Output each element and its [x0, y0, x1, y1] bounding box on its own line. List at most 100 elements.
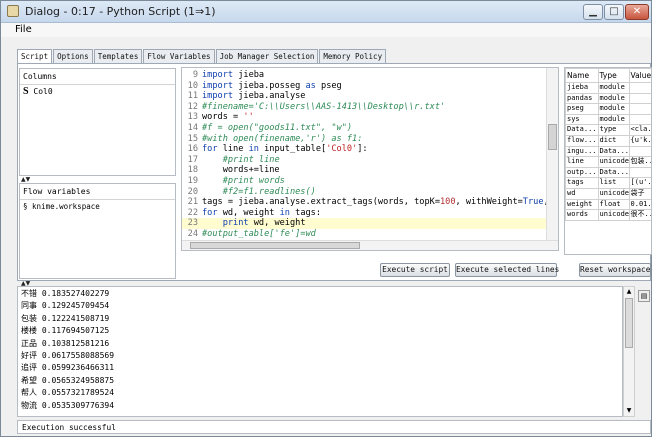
- code-token: 'Col0': [326, 144, 358, 155]
- workspace-row[interactable]: jieba module: [565, 82, 651, 94]
- string-type-icon: S: [23, 86, 29, 97]
- output-line: 好评 0.0617558088569: [21, 351, 115, 360]
- code-line[interactable]: 18 words+=line: [182, 165, 546, 176]
- flow-variable-item[interactable]: § knime.workspace: [23, 202, 100, 211]
- variable-value: <cla...: [628, 124, 651, 136]
- workspace-row[interactable]: ingu... Data...: [565, 145, 651, 158]
- code-line[interactable]: 23 print wd, weight: [182, 218, 546, 230]
- workspace-row[interactable]: Data...type<cla...: [565, 124, 651, 136]
- line-number: 16: [187, 144, 198, 155]
- code-line[interactable]: 15 #with open(finename,'r') as f1:: [182, 134, 546, 145]
- code-token: jieba.analyse: [233, 91, 306, 102]
- code-token: import: [202, 70, 234, 80]
- editor-vertical-scrollbar[interactable]: [546, 68, 558, 240]
- workspace-row[interactable]: weightfloat0.01...: [565, 198, 651, 211]
- variable-name: Data...: [565, 124, 599, 136]
- minimize-button[interactable]: ▁: [583, 4, 603, 20]
- code-editor[interactable]: 9 import jieba 10 import jieba.posseg as ps…: [181, 67, 559, 251]
- code-token: jieba.posseg: [233, 80, 306, 91]
- execute-selected-lines-button[interactable]: Execute selected lines: [455, 263, 559, 277]
- code-line[interactable]: 21 tags = jieba.analyse.extract_tags(word…: [182, 197, 546, 208]
- code-line[interactable]: 14 #f = open("goods11.txt", "w"): [182, 123, 546, 134]
- code-line[interactable]: 9 import jieba: [182, 70, 546, 81]
- code-line[interactable]: 22 for wd, weight in tags:: [182, 208, 546, 219]
- split-collapse-arrows[interactable]: ▲▼: [21, 176, 35, 183]
- output-line: 希望 0.0565324958875: [21, 375, 115, 385]
- column-name: Col0: [33, 87, 53, 96]
- variable-name: outp...: [565, 166, 599, 179]
- column-header-value[interactable]: Value: [628, 68, 651, 83]
- scroll-thumb[interactable]: [548, 124, 557, 150]
- variable-value: [628, 103, 651, 115]
- flow-variables-header: Flow variables: [20, 184, 175, 200]
- python-script-dialog: Dialog - 0:17 - Python Script (1⇒1) ▁ □ …: [0, 0, 652, 437]
- code-token: tags = jieba.analyse.extract_tags(words,…: [202, 197, 440, 208]
- workspace-row[interactable]: pandas module: [565, 92, 651, 105]
- column-header-type[interactable]: Type: [597, 68, 630, 83]
- line-number: 17: [187, 154, 198, 165]
- workspace-row[interactable]: flow...dict{u'k...: [565, 134, 651, 147]
- scroll-thumb[interactable]: [625, 298, 633, 348]
- code-token: #f2=f1.readlines(): [222, 186, 316, 197]
- workspace-row[interactable]: tagslist[(u'...: [565, 177, 651, 189]
- workspace-row[interactable]: outp... Data...: [565, 166, 651, 179]
- code-line[interactable]: 20 #f2=f1.readlines(): [182, 187, 546, 198]
- code-line[interactable]: 11 import jieba.analyse: [182, 91, 546, 102]
- status-text: Execution successful: [22, 423, 116, 432]
- variable-value: [628, 82, 651, 94]
- code-line[interactable]: 13 words = '': [182, 112, 546, 123]
- code-line[interactable]: 17 #print line: [182, 155, 546, 166]
- code-line[interactable]: 24 #output_table['fe']=wd: [182, 229, 546, 240]
- reset-workspace-button[interactable]: Reset workspace: [579, 263, 651, 277]
- tab-script[interactable]: Script: [17, 49, 53, 64]
- output-console[interactable]: 不错 0.183527402279 同事 0.129245709454 包装 0.1…: [17, 286, 623, 417]
- close-button[interactable]: ✕: [625, 4, 649, 20]
- code-token: #print line: [222, 154, 280, 165]
- workspace-row[interactable]: wordsunicode很不...: [565, 209, 651, 221]
- scroll-down-arrow[interactable]: ▼: [624, 406, 634, 416]
- console-scrollbar[interactable]: ▲ ▼: [623, 286, 635, 417]
- code-token: #with open(finename,'r') as f1:: [202, 133, 363, 144]
- code-line[interactable]: 12 #finename='C:\\Users\\AAS-1413\\Deskto…: [182, 102, 546, 113]
- variable-type: module: [597, 113, 630, 126]
- maximize-button[interactable]: □: [604, 4, 624, 20]
- tab-flow-variables[interactable]: Flow Variables: [143, 49, 215, 63]
- scroll-thumb[interactable]: [190, 242, 360, 249]
- menu-file[interactable]: File: [15, 24, 32, 35]
- tab-options[interactable]: Options: [53, 49, 93, 63]
- code-token: #f = open("goods11.txt", "w"): [202, 123, 353, 133]
- execute-script-button[interactable]: Execute script: [380, 263, 450, 277]
- workspace-row[interactable]: pseg module: [565, 103, 651, 115]
- editor-horizontal-scrollbar[interactable]: [182, 240, 558, 250]
- variable-name: wd: [565, 187, 599, 200]
- code-line[interactable]: 16 for line in input_table['Col0']:: [182, 144, 546, 155]
- line-number: 15: [187, 133, 198, 144]
- variable-name: words: [565, 209, 599, 221]
- tab-job-manager-selection[interactable]: Job Manager Selection: [215, 49, 319, 63]
- code-token: , withWeight=: [455, 197, 523, 208]
- column-header-name[interactable]: Name: [565, 68, 599, 83]
- variable-value: [628, 145, 651, 158]
- variable-name: pandas: [565, 92, 599, 105]
- code-token: input_table[: [258, 144, 327, 155]
- title-bar[interactable]: Dialog - 0:17 - Python Script (1⇒1) ▁ □ …: [1, 1, 651, 23]
- code-line[interactable]: 10 import jieba.posseg as pseg: [182, 81, 546, 92]
- tab-memory-policy[interactable]: Memory Policy: [319, 49, 387, 63]
- column-item[interactable]: S Col0: [23, 86, 53, 97]
- scroll-up-arrow[interactable]: ▲: [624, 287, 634, 297]
- tab-templates[interactable]: Templates: [93, 49, 143, 63]
- console-menu-icon[interactable]: ▤: [638, 290, 650, 302]
- code-token: #output_table['fe']=wd: [202, 229, 316, 239]
- line-number: 19: [187, 176, 198, 186]
- workspace-row[interactable]: lineunicode包装...: [565, 156, 651, 168]
- workspace-row[interactable]: wd unicode 袋子: [565, 187, 651, 200]
- output-line: 包装 0.122241508719: [21, 313, 110, 323]
- code-line[interactable]: 19 #print words: [182, 176, 546, 187]
- workspace-row[interactable]: sys module: [565, 113, 651, 126]
- code-token: True: [522, 197, 544, 208]
- line-number: 9: [192, 70, 198, 80]
- output-line: 追评 0.0599236466311: [21, 363, 115, 373]
- variable-type: type: [597, 124, 630, 136]
